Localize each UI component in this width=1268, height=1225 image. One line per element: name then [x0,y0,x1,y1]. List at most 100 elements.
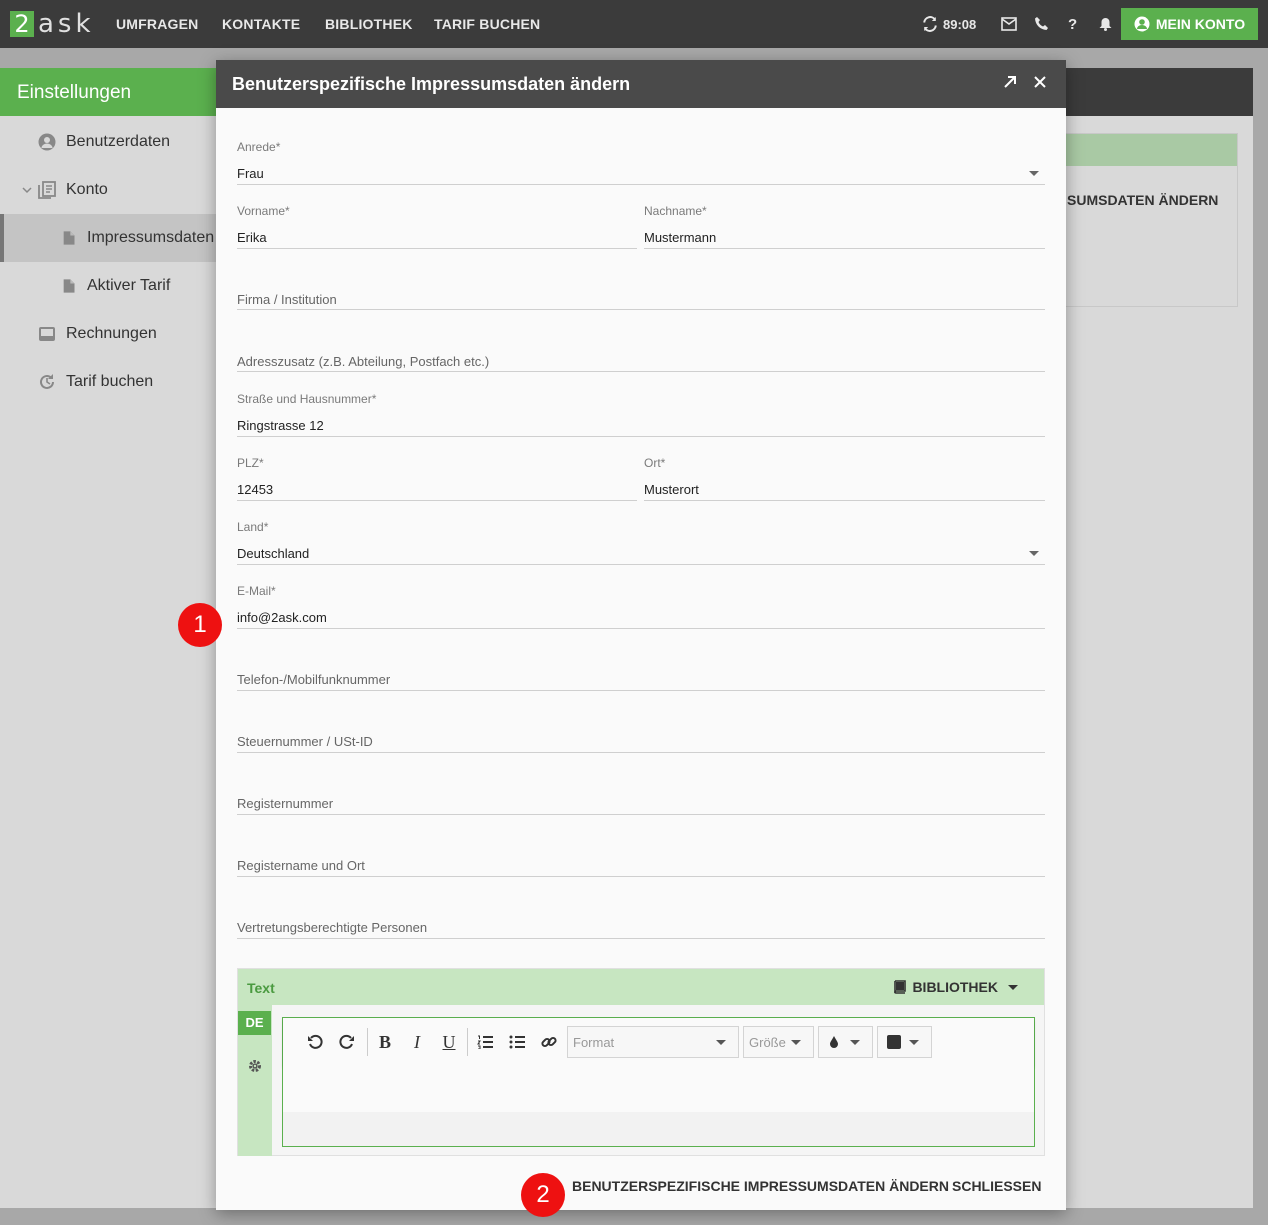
ort-field[interactable]: Ort* Musterort [644,454,1045,501]
sidebar-item-label: Konto [66,181,108,198]
land-label: Land* [237,520,269,534]
app-logo[interactable]: 2 ask [10,10,95,38]
sidebar-item-aktiver-tarif[interactable]: Aktiver Tarif [0,262,240,310]
help-icon[interactable]: ? [1068,0,1077,48]
settings-title: Einstellungen [0,68,240,116]
close-icon[interactable] [1032,74,1048,90]
email-field[interactable]: E-Mail* info@2ask.com [237,582,1045,629]
registername-field[interactable]: Registername und Ort [237,832,1045,877]
background-action-link[interactable]: SUMSDATEN ÄNDERN [1067,192,1218,208]
background-content-card: SUMSDATEN ÄNDERN [1058,68,1253,1208]
sidebar-item-rechnungen[interactable]: Rechnungen [0,310,240,358]
ort-label: Ort* [644,456,666,470]
sidebar-item-label: Aktiver Tarif [87,277,171,294]
annotation-badge-1: 1 [178,603,222,647]
plz-field[interactable]: PLZ* 12453 [237,454,637,501]
session-timer[interactable]: 89:08 [922,0,976,48]
land-select[interactable]: Land* Deutschland [237,518,1045,565]
chevron-down-icon [909,1040,919,1045]
chevron-down-icon [1008,984,1018,990]
sidebar-item-label: Benutzerdaten [66,133,171,150]
impressum-dialog: Benutzerspezifische Impressumsdaten ände… [216,60,1066,1210]
mein-konto-button[interactable]: MEIN KONTO [1121,8,1258,40]
ink-drop-icon [830,1036,838,1048]
file-icon [63,231,75,245]
strasse-value: Ringstrasse 12 [237,418,324,433]
rich-text-editor: B I U Format Größe [282,1017,1035,1147]
email-label: E-Mail* [237,584,276,598]
format-select[interactable]: Format [567,1026,739,1058]
editor-toolbar: B I U Format Größe [283,1018,1034,1066]
mail-icon[interactable] [1001,17,1017,31]
language-tab-de[interactable]: DE [238,1011,271,1035]
italic-icon[interactable]: I [405,1028,429,1056]
vorname-label: Vorname* [237,204,290,218]
land-value: Deutschland [237,546,310,561]
phone-icon[interactable] [1034,16,1049,31]
adresszusatz-field[interactable]: Adresszusatz (z.B. Abteilung, Postfach e… [237,328,1045,372]
format-placeholder: Format [573,1034,615,1050]
file-icon [63,279,75,293]
sidebar-item-konto[interactable]: Konto [0,166,240,214]
top-navigation-bar: 2 ask UMFRAGEN KONTAKTE BIBLIOTHEK TARIF… [0,0,1268,48]
registernummer-field[interactable]: Registernummer [237,770,1045,815]
registername-label: Registername und Ort [237,858,365,873]
editor-content-area[interactable] [283,1066,1034,1112]
chevron-down-icon [791,1040,801,1045]
underline-icon[interactable]: U [437,1028,461,1056]
telefon-field[interactable]: Telefon-/Mobilfunknummer [237,646,1045,691]
background-color-button[interactable] [877,1026,932,1058]
nachname-field[interactable]: Nachname* Mustermann [644,202,1045,249]
sidebar-item-benutzerdaten[interactable]: Benutzerdaten [0,118,240,166]
dropdown-caret-icon [1029,171,1039,176]
editor-section-label: Text [247,980,275,996]
size-select[interactable]: Größe [743,1026,814,1058]
inbox-icon [39,327,55,341]
gear-icon[interactable] [248,1059,262,1073]
submit-button[interactable]: BENUTZERSPEZIFISCHE IMPRESSUMSDATEN ÄNDE… [572,1178,949,1194]
firma-field[interactable]: Firma / Institution [237,266,1045,310]
plz-label: PLZ* [237,456,264,470]
language-column: DE [238,1005,272,1156]
undo-icon[interactable] [303,1028,327,1056]
timer-value: 89:08 [943,16,977,32]
sidebar-item-label: Tarif buchen [66,373,154,390]
sidebar-item-impressumsdaten[interactable]: Impressumsdaten [0,214,240,262]
sidebar-item-tarif-buchen[interactable]: Tarif buchen [0,358,240,406]
anrede-select[interactable]: Anrede* Frau [237,138,1045,185]
nav-bibliothek[interactable]: BIBLIOTHEK [325,16,413,32]
toolbar-divider [367,1028,368,1056]
bold-icon[interactable]: B [373,1028,397,1056]
dialog-header: Benutzerspezifische Impressumsdaten ände… [216,60,1066,108]
vertretung-field[interactable]: Vertretungsberechtigte Personen [237,894,1045,939]
nav-kontakte[interactable]: KONTAKTE [222,16,300,32]
mein-konto-label: MEIN KONTO [1155,16,1246,32]
refresh-clock-icon [40,374,54,389]
ordered-list-icon[interactable] [473,1028,497,1056]
anrede-value: Frau [237,166,264,181]
close-button[interactable]: SCHLIESSEN [952,1178,1041,1194]
nav-umfragen[interactable]: UMFRAGEN [116,16,198,32]
expand-icon[interactable] [1002,74,1018,90]
bullet-list-icon[interactable] [505,1028,529,1056]
steuernummer-field[interactable]: Steuernummer / USt-ID [237,708,1045,753]
text-color-button[interactable] [818,1026,873,1058]
redo-icon[interactable] [335,1028,359,1056]
firma-label: Firma / Institution [237,292,337,307]
background-card-header [1058,68,1253,116]
ort-value: Musterort [644,482,699,497]
strasse-label: Straße und Hausnummer* [237,392,377,406]
color-swatch-icon [887,1035,901,1049]
link-icon[interactable] [537,1028,561,1056]
nachname-value: Mustermann [644,230,717,245]
background-inner-bar [1059,134,1237,166]
vorname-value: Erika [237,230,267,245]
bell-icon[interactable] [1099,17,1112,31]
strasse-field[interactable]: Straße und Hausnummer* Ringstrasse 12 [237,390,1045,437]
nav-tarif-buchen[interactable]: TARIF BUCHEN [434,16,540,32]
bibliothek-label: BIBLIOTHEK [912,979,998,995]
vorname-field[interactable]: Vorname* Erika [237,202,637,249]
bibliothek-dropdown[interactable]: BIBLIOTHEK [893,979,1018,995]
book-icon [894,980,907,994]
documents-icon [38,181,56,199]
